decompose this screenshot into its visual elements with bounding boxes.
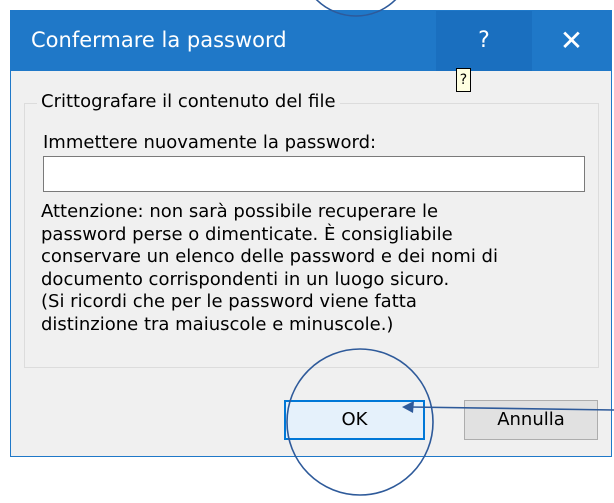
ok-button[interactable]: OK	[284, 400, 425, 440]
warning-line: Attenzione: non sarà possibile recuperar…	[41, 201, 439, 222]
warning-line: documento corrispondenti in un luogo sic…	[41, 268, 450, 290]
prompt-text: Immettere nuovamente la password:	[43, 132, 377, 153]
warning-line: distinzione tra maiuscole e minuscole.)	[41, 313, 394, 335]
password-field[interactable]	[43, 156, 585, 192]
warning-line: (Si ricordi che per le password viene fa…	[41, 291, 417, 312]
warning-line: password perse o dimenticate. È consigli…	[41, 223, 453, 245]
warning-text: Attenzione: non sarà possibile recuperar…	[41, 201, 586, 336]
reenter-password-label: Immettere nuovamente la password:	[43, 131, 376, 155]
warning-line: conservare un elenco delle password e de…	[41, 246, 498, 267]
help-tooltip: ?	[456, 68, 471, 92]
help-button[interactable]: ?	[436, 11, 532, 71]
close-icon: ✕	[559, 24, 584, 57]
title-bar[interactable]: Confermare la password ? ✕	[11, 11, 611, 71]
groupbox-label: Crittografare il contenuto del file	[37, 90, 340, 114]
close-button[interactable]: ✕	[532, 11, 611, 71]
cancel-button[interactable]: Annulla	[464, 400, 598, 440]
dialog-title: Confermare la password	[31, 28, 287, 52]
password-confirm-dialog: Confermare la password ? ✕ ? Crittografa…	[10, 10, 612, 457]
question-icon: ?	[478, 28, 490, 53]
